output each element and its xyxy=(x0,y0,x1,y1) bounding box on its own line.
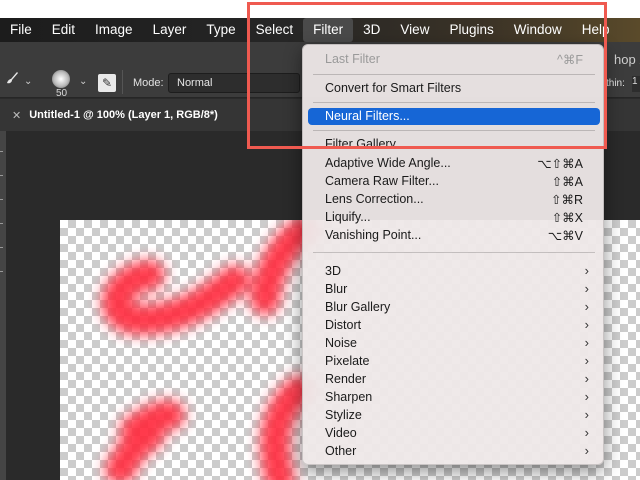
chevron-down-icon[interactable]: ⌄ xyxy=(24,76,32,87)
document-tab[interactable]: ✕ Untitled-1 @ 100% (Layer 1, RGB/8*) xyxy=(12,99,218,131)
chevron-right-icon: › xyxy=(584,425,589,440)
brush-size-label: 50 xyxy=(56,88,68,99)
mode-label: Mode: xyxy=(133,77,164,89)
chevron-right-icon: › xyxy=(584,371,589,386)
menu-item-vanishing-point[interactable]: Vanishing Point... ⌥⌘V xyxy=(303,227,605,245)
menu-item-noise[interactable]: Noise › xyxy=(303,335,605,353)
menu-item-lens-correction[interactable]: Lens Correction... ⇧⌘R xyxy=(303,191,605,209)
menu-item-3d[interactable]: 3D › xyxy=(303,263,605,281)
menu-item-liquify[interactable]: Liquify... ⇧⌘X xyxy=(303,209,605,227)
menu-type[interactable]: Type xyxy=(196,18,245,42)
menu-item-camera-raw-filter[interactable]: Camera Raw Filter... ⇧⌘A xyxy=(303,173,605,191)
chevron-right-icon: › xyxy=(584,443,589,458)
menu-item-sharpen[interactable]: Sharpen › xyxy=(303,389,605,407)
close-icon[interactable]: ✕ xyxy=(12,109,21,122)
partial-option-field[interactable]: 1 xyxy=(632,76,640,92)
chevron-right-icon: › xyxy=(584,389,589,404)
menu-file[interactable]: File xyxy=(0,18,42,42)
document-tab-title: Untitled-1 @ 100% (Layer 1, RGB/8*) xyxy=(29,109,218,121)
chevron-right-icon: › xyxy=(584,263,589,278)
menu-item-blur-gallery[interactable]: Blur Gallery › xyxy=(303,299,605,317)
divider xyxy=(122,70,123,94)
chevron-right-icon: › xyxy=(584,299,589,314)
menu-item-blur[interactable]: Blur › xyxy=(303,281,605,299)
menu-edit[interactable]: Edit xyxy=(42,18,85,42)
menu-item-stylize[interactable]: Stylize › xyxy=(303,407,605,425)
chevron-right-icon: › xyxy=(584,335,589,350)
annotation-highlight-box xyxy=(247,2,607,149)
menu-item-video[interactable]: Video › xyxy=(303,425,605,443)
brush-icon[interactable] xyxy=(4,70,20,86)
menu-image[interactable]: Image xyxy=(85,18,143,42)
menu-item-pixelate[interactable]: Pixelate › xyxy=(303,353,605,371)
menu-item-render[interactable]: Render › xyxy=(303,371,605,389)
chevron-right-icon: › xyxy=(584,317,589,332)
menu-item-adaptive-wide-angle[interactable]: Adaptive Wide Angle... ⌥⇧⌘A xyxy=(303,155,605,173)
partial-option-label: thin: xyxy=(606,78,625,89)
brush-preset-picker[interactable] xyxy=(52,70,70,88)
chevron-down-icon[interactable]: ⌄ xyxy=(79,76,87,87)
menu-layer[interactable]: Layer xyxy=(143,18,197,42)
menu-separator xyxy=(313,252,595,253)
chevron-right-icon: › xyxy=(584,353,589,368)
chevron-right-icon: › xyxy=(584,407,589,422)
menu-item-other[interactable]: Other › xyxy=(303,443,605,461)
app-title: hop 2 xyxy=(614,52,640,67)
toolbar-strip[interactable] xyxy=(0,131,6,480)
chevron-right-icon: › xyxy=(584,281,589,296)
brush-settings-icon[interactable]: ✎ xyxy=(98,74,116,92)
menu-item-distort[interactable]: Distort › xyxy=(303,317,605,335)
